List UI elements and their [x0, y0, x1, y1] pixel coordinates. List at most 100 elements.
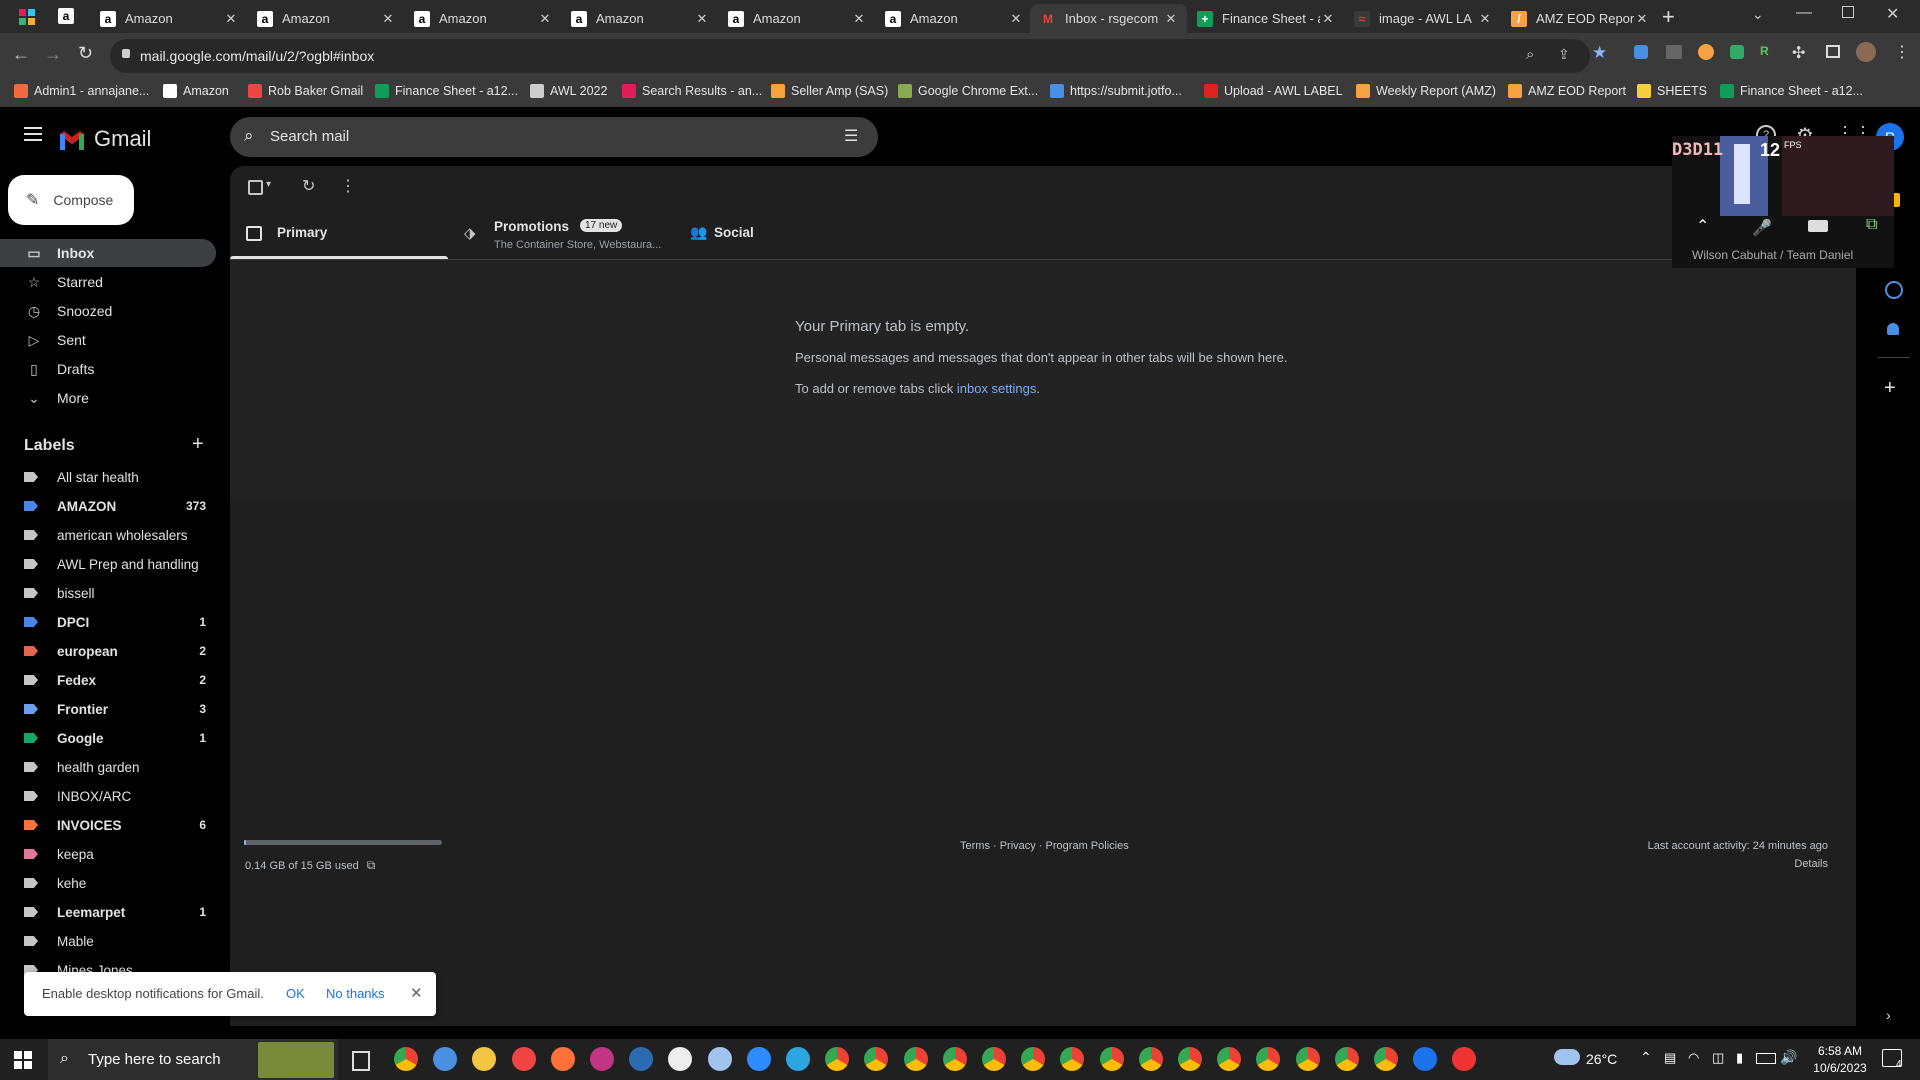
battery-icon[interactable] — [1756, 1053, 1776, 1064]
tab-search-icon[interactable]: ⌄ — [1752, 6, 1764, 23]
show-side-panel-icon[interactable]: › — [1886, 1007, 1891, 1023]
label-item[interactable]: INBOX/ARC — [0, 782, 216, 810]
nav-item-drafts[interactable]: ▯ Drafts — [0, 355, 216, 383]
details-link[interactable]: Details — [1794, 858, 1828, 870]
label-item[interactable]: bissell — [0, 579, 216, 607]
volume-icon[interactable]: 🔊 — [1780, 1049, 1797, 1066]
bookmark-item[interactable]: Search Results - an... — [622, 84, 762, 98]
close-window-button[interactable]: ✕ — [1886, 4, 1899, 24]
browser-tab[interactable]: / AMZ EOD Repor ✕ — [1501, 4, 1658, 33]
clock-date[interactable]: 10/6/2023 — [1808, 1061, 1872, 1075]
bookmark-item[interactable]: Google Chrome Ext... — [898, 84, 1038, 98]
select-checkbox[interactable] — [248, 180, 263, 195]
browser-tab[interactable]: ≈ image - AWL LA ✕ — [1344, 4, 1501, 33]
label-item[interactable]: INVOICES 6 — [0, 811, 216, 839]
wifi-icon[interactable]: ◠ — [1688, 1050, 1699, 1066]
label-item[interactable]: Mable — [0, 927, 216, 955]
clock-time[interactable]: 6:58 AM — [1808, 1044, 1872, 1058]
bookmark-item[interactable]: https://submit.jotfo... — [1050, 84, 1182, 98]
label-item[interactable]: american wholesalers — [0, 521, 216, 549]
main-menu-icon[interactable] — [24, 127, 42, 141]
chrome-profile-11-icon[interactable] — [1217, 1047, 1242, 1071]
close-tab-icon[interactable]: ✕ — [380, 11, 396, 27]
nav-item-inbox[interactable]: ▭ Inbox — [0, 239, 216, 267]
browser-tab[interactable]: a Amazon ✕ — [247, 4, 404, 33]
bookmark-item[interactable]: Seller Amp (SAS) — [771, 84, 888, 98]
add-label-icon[interactable]: + — [192, 433, 204, 456]
browser-tab[interactable]: a Amazon ✕ — [561, 4, 718, 33]
get-addons-icon[interactable]: + — [1884, 377, 1896, 400]
calculator-icon[interactable] — [629, 1047, 654, 1071]
bookmark-item[interactable]: Admin1 - annajane... — [14, 84, 149, 98]
browser-menu-icon[interactable]: ⋮ — [1894, 42, 1910, 62]
chrome-profile-7-icon[interactable] — [1060, 1047, 1085, 1071]
speaker-icon[interactable]: ◫ — [1712, 1050, 1724, 1066]
network-icon[interactable]: ▤ — [1664, 1050, 1676, 1066]
expand-up-icon[interactable]: ⌃ — [1696, 216, 1709, 236]
label-item[interactable]: keepa — [0, 840, 216, 868]
bookmark-item[interactable]: Finance Sheet - a12... — [1720, 84, 1863, 98]
chrome-profile-6-icon[interactable] — [1021, 1047, 1046, 1071]
extension-green-icon[interactable] — [1730, 45, 1744, 59]
bookmark-item[interactable]: Amazon — [163, 84, 229, 98]
browser-tab[interactable]: M Inbox - rsgecom ✕ — [1030, 4, 1187, 33]
video-call-overlay[interactable]: D3D11 12 FPS ⌃ 🎤 ⧉ Wilson Cabuhat / Team… — [1672, 136, 1894, 268]
search-options-icon[interactable]: ☰ — [844, 126, 858, 146]
side-panel-icon[interactable] — [1826, 45, 1840, 58]
notepad-icon[interactable] — [707, 1047, 732, 1071]
back-icon[interactable]: ← — [12, 44, 30, 65]
amazon-icon[interactable]: a — [58, 8, 74, 24]
file-explorer-icon[interactable] — [472, 1047, 497, 1071]
new-tab-button[interactable]: + — [1662, 4, 1675, 30]
tab-promotions[interactable]: ⬗ Promotions 17 new The Container Store,… — [448, 206, 678, 260]
bookmark-item[interactable]: Upload - AWL LABEL — [1204, 84, 1343, 98]
forward-icon[interactable]: → — [44, 44, 62, 65]
browser-tab[interactable]: a Amazon ✕ — [90, 4, 247, 33]
close-tab-icon[interactable]: ✕ — [1008, 11, 1024, 27]
chrome-profile-14-icon[interactable] — [1334, 1047, 1359, 1071]
close-tab-icon[interactable]: ✕ — [851, 11, 867, 27]
footer-links[interactable]: Terms · Privacy · Program Policies — [960, 840, 1129, 852]
browser-tab[interactable]: a Amazon ✕ — [718, 4, 875, 33]
mail-icon[interactable] — [433, 1047, 458, 1071]
chrome-icon[interactable] — [394, 1047, 418, 1071]
label-item[interactable]: Leemarpet 1 — [0, 898, 216, 926]
label-item[interactable]: Google 1 — [0, 724, 216, 752]
close-tab-icon[interactable]: ✕ — [1477, 11, 1493, 27]
pop-out-icon[interactable]: ⧉ — [1866, 216, 1877, 234]
bookmark-item[interactable]: Weekly Report (AMZ) — [1356, 84, 1496, 98]
chrome-profile-8-icon[interactable] — [1099, 1047, 1124, 1071]
label-item[interactable]: AWL Prep and handling — [0, 550, 216, 578]
tab-social[interactable]: 👥 Social — [678, 206, 898, 260]
label-item[interactable]: kehe — [0, 869, 216, 897]
bookmark-item[interactable]: Finance Sheet - a12... — [375, 84, 518, 98]
compose-button[interactable]: ✎ Compose — [8, 175, 134, 225]
browser-tab[interactable]: a Amazon ✕ — [404, 4, 561, 33]
label-item[interactable]: DPCI 1 — [0, 608, 216, 636]
bookmark-item[interactable]: Rob Baker Gmail — [248, 84, 363, 98]
mic-muted-icon[interactable]: 🎤 — [1752, 218, 1772, 238]
chrome-profile-15-icon[interactable] — [1374, 1047, 1398, 1071]
search-bar[interactable]: ⌕ Search mail ☰ — [230, 117, 878, 157]
profile-avatar[interactable] — [1856, 42, 1876, 62]
close-tab-icon[interactable]: ✕ — [223, 11, 239, 27]
label-item[interactable]: Frontier 3 — [0, 695, 216, 723]
bookmark-item[interactable]: AMZ EOD Report — [1508, 84, 1626, 98]
notification-close-icon[interactable]: ✕ — [410, 984, 423, 1002]
browser-tab[interactable]: + Finance Sheet - a ✕ — [1187, 4, 1344, 33]
close-tab-icon[interactable]: ✕ — [537, 11, 553, 27]
tab-primary[interactable]: Primary — [230, 206, 448, 260]
chrome-profile-10-icon[interactable] — [1178, 1047, 1202, 1071]
temperature[interactable]: 26°C — [1586, 1051, 1617, 1067]
label-item[interactable]: health garden — [0, 753, 216, 781]
label-item[interactable]: Fedex 2 — [0, 666, 216, 694]
acrobat-icon[interactable] — [1452, 1047, 1477, 1071]
minimize-button[interactable]: — — [1796, 4, 1812, 22]
paint-icon[interactable] — [668, 1047, 693, 1071]
chrome-profile-4-icon[interactable] — [942, 1047, 967, 1071]
external-link-icon[interactable]: ⧉ — [367, 858, 376, 873]
windows-start-icon[interactable] — [14, 1051, 32, 1069]
notification-ok-button[interactable]: OK — [286, 986, 305, 1001]
extension-icon[interactable] — [1634, 45, 1648, 59]
chrome-profile-5-icon[interactable] — [982, 1047, 1006, 1071]
